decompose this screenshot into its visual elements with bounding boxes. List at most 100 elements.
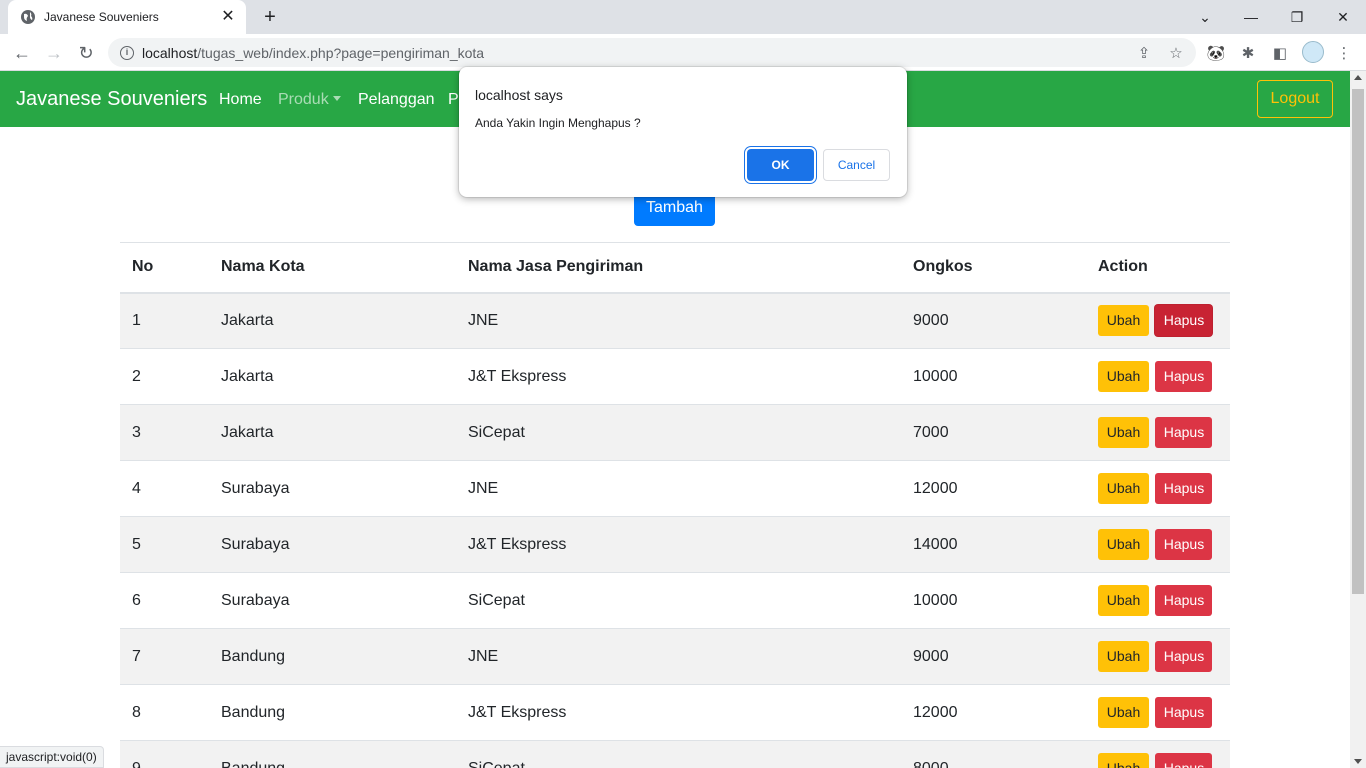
edit-button[interactable]: Ubah [1098, 305, 1149, 337]
delete-button[interactable]: Hapus [1155, 641, 1213, 672]
extensions-puzzle-icon[interactable]: ✱ [1238, 43, 1258, 63]
col-ongkos: Ongkos [901, 242, 1086, 294]
delete-button[interactable]: Hapus [1155, 473, 1213, 504]
cell-jasa-pengiriman: J&T Ekspress [456, 684, 901, 741]
dialog-cancel-button[interactable]: Cancel [823, 149, 890, 181]
cell-action: Ubah Hapus [1086, 572, 1230, 629]
status-bar: javascript:void(0) [0, 746, 104, 768]
cell-ongkos: 10000 [901, 572, 1086, 629]
cell-nama-kota: Bandung [209, 740, 456, 768]
tab-search-icon[interactable]: ⌄ [1182, 0, 1228, 34]
table-row: 9BandungSiCepat8000Ubah Hapus [120, 740, 1230, 768]
cell-jasa-pengiriman: JNE [456, 460, 901, 517]
bookmark-star-icon[interactable]: ☆ [1166, 43, 1186, 63]
url-path: /tugas_web/index.php?page=pengiriman_kot… [197, 44, 485, 61]
close-window-icon[interactable]: ✕ [1320, 0, 1366, 34]
scroll-up-arrow-icon[interactable] [1354, 75, 1362, 80]
cell-nama-kota: Surabaya [209, 460, 456, 517]
tab-title: Javanese Souveniers [44, 10, 159, 24]
side-panel-icon[interactable]: ◧ [1270, 43, 1290, 63]
col-nama-kota: Nama Kota [209, 242, 456, 294]
table-row: 1 Jakarta JNE 9000 Ubah Hapus [120, 292, 1230, 349]
share-icon[interactable]: ⇪ [1134, 43, 1154, 63]
cell-nama-kota: Bandung [209, 628, 456, 685]
cell-action: Ubah Hapus [1086, 516, 1230, 573]
cell-ongkos: 14000 [901, 516, 1086, 573]
cell-nama-kota: Surabaya [209, 516, 456, 573]
cell-jasa-pengiriman: J&T Ekspress [456, 516, 901, 573]
panda-extension-icon[interactable]: 🐼 [1206, 43, 1226, 63]
confirm-dialog: localhost says Anda Yakin Ingin Menghapu… [459, 67, 907, 197]
table-row: 7 Bandung JNE 9000 Ubah Hapus [120, 628, 1230, 685]
site-brand[interactable]: Javanese Souveniers [16, 88, 207, 111]
edit-button[interactable]: Ubah [1098, 417, 1149, 448]
delete-button[interactable]: Hapus [1155, 585, 1213, 616]
caret-down-icon [332, 96, 341, 101]
cell-ongkos: 7000 [901, 404, 1086, 461]
cell-nama-kota: Jakarta [209, 404, 456, 461]
dialog-title: localhost says [475, 87, 563, 103]
edit-button[interactable]: Ubah [1098, 753, 1149, 768]
dialog-ok-button[interactable]: OK [747, 149, 814, 181]
cell-jasa-pengiriman: JNE [456, 292, 901, 349]
scroll-down-arrow-icon[interactable] [1354, 759, 1362, 764]
menu-kebab-icon[interactable]: ⋮ [1334, 43, 1354, 63]
new-tab-icon[interactable]: + [258, 6, 282, 28]
cell-no: 7 [120, 628, 209, 685]
cell-ongkos: 9000 [901, 292, 1086, 349]
cell-action: Ubah Hapus [1086, 740, 1230, 768]
cell-no: 8 [120, 684, 209, 741]
edit-button[interactable]: Ubah [1098, 585, 1149, 616]
table-row: 4 Surabaya JNE 12000 Ubah Hapus [120, 460, 1230, 517]
table-row: 3 Jakarta SiCepat 7000 Ubah Hapus [120, 404, 1230, 461]
col-jasa-pengiriman: Nama Jasa Pengiriman [456, 242, 901, 294]
cell-jasa-pengiriman: SiCepat [456, 572, 901, 629]
cell-jasa-pengiriman: SiCepat [456, 740, 901, 768]
logout-button[interactable]: Logout [1257, 80, 1333, 118]
cell-no: 1 [120, 292, 209, 349]
edit-button[interactable]: Ubah [1098, 641, 1149, 672]
cell-ongkos: 12000 [901, 684, 1086, 741]
scrollbar-thumb[interactable] [1352, 89, 1364, 594]
cell-nama-kota: Surabaya [209, 572, 456, 629]
table-row: 5 Surabaya J&T Ekspress 14000 Ubah Hapus [120, 516, 1230, 573]
cell-ongkos: 8000 [901, 740, 1086, 768]
edit-button[interactable]: Ubah [1098, 529, 1149, 560]
cell-no: 3 [120, 404, 209, 461]
edit-button[interactable]: Ubah [1098, 697, 1149, 728]
delete-button[interactable]: Hapus [1155, 697, 1213, 728]
forward-icon[interactable]: → [41, 40, 67, 66]
cell-no: 6 [120, 572, 209, 629]
delete-button[interactable]: Hapus [1155, 753, 1213, 768]
profile-avatar[interactable] [1302, 41, 1324, 63]
cell-no: 5 [120, 516, 209, 573]
nav-home[interactable]: Home [219, 91, 262, 109]
cell-action: Ubah Hapus [1086, 628, 1230, 685]
page-scrollbar[interactable] [1350, 71, 1366, 768]
minimize-icon[interactable]: — [1228, 0, 1274, 34]
cell-nama-kota: Jakarta [209, 348, 456, 405]
close-tab-icon[interactable]: ✕ [220, 9, 236, 25]
browser-toolbar: ← → ↻ i localhost/tugas_web/index.php?pa… [0, 34, 1366, 71]
cell-action: Ubah Hapus [1086, 460, 1230, 517]
reload-icon[interactable]: ↻ [73, 40, 99, 66]
edit-button[interactable]: Ubah [1098, 473, 1149, 504]
url-host: localhost [142, 44, 198, 61]
browser-tab-bar: Javanese Souveniers ✕ + ⌄ — ❐ ✕ [0, 0, 1366, 34]
site-info-icon[interactable]: i [120, 45, 134, 60]
restore-icon[interactable]: ❐ [1274, 0, 1320, 34]
nav-pelanggan[interactable]: Pelanggan [358, 91, 435, 109]
delete-button[interactable]: Hapus [1155, 305, 1213, 337]
back-icon[interactable]: ← [9, 40, 35, 66]
table-row: 8 Bandung J&T Ekspress 12000 Ubah Hapus [120, 684, 1230, 741]
browser-tab[interactable]: Javanese Souveniers ✕ [8, 0, 246, 34]
edit-button[interactable]: Ubah [1098, 361, 1149, 392]
delete-button[interactable]: Hapus [1155, 417, 1213, 448]
delete-button[interactable]: Hapus [1155, 361, 1213, 392]
col-no: No [120, 242, 209, 294]
table-header-row: No Nama Kota Nama Jasa Pengiriman Ongkos… [120, 242, 1230, 294]
col-action: Action [1086, 242, 1230, 294]
address-bar[interactable]: i localhost/tugas_web/index.php?page=pen… [108, 38, 1196, 67]
nav-produk-dropdown[interactable]: Produk [278, 91, 341, 109]
delete-button[interactable]: Hapus [1155, 529, 1213, 560]
